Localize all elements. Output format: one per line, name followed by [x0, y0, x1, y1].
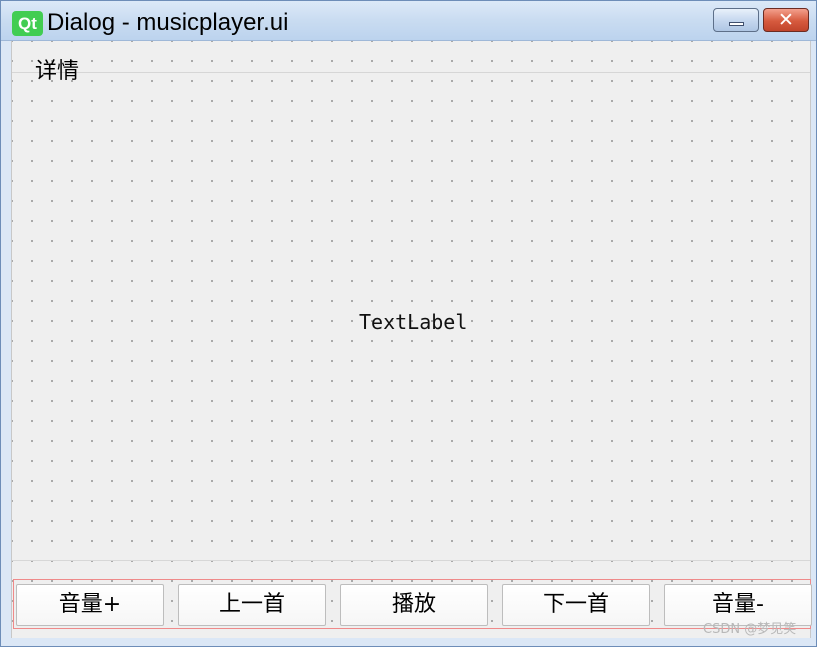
player-controls: 音量+ 上一首 播放 下一首 音量-: [13, 579, 812, 629]
minimize-icon: [729, 22, 744, 26]
volume-up-button[interactable]: 音量+: [16, 584, 164, 626]
volume-down-button[interactable]: 音量-: [664, 584, 812, 626]
qt-logo-icon: Qt: [12, 11, 43, 36]
minimize-button[interactable]: [713, 8, 759, 32]
csdn-watermark: CSDN @梦见笑: [703, 622, 797, 637]
title-bar[interactable]: Qt Dialog - musicplayer.ui ✕: [1, 1, 816, 41]
play-button[interactable]: 播放: [340, 584, 488, 626]
previous-track-button[interactable]: 上一首: [178, 584, 326, 626]
window-title: Dialog - musicplayer.ui: [47, 9, 289, 36]
designer-form-area: 详情 TextLabel 音量+ 上一首 播放 下一首 音量-: [11, 41, 812, 638]
detail-header: 详情: [12, 41, 810, 84]
dialog-window: Qt Dialog - musicplayer.ui ✕ 详情 TextLabe…: [0, 0, 817, 647]
detail-label: 详情: [35, 59, 80, 84]
text-label: TextLabel: [359, 310, 468, 334]
next-track-button[interactable]: 下一首: [502, 584, 650, 626]
close-button[interactable]: ✕: [763, 8, 809, 32]
content-separator: [12, 560, 810, 561]
